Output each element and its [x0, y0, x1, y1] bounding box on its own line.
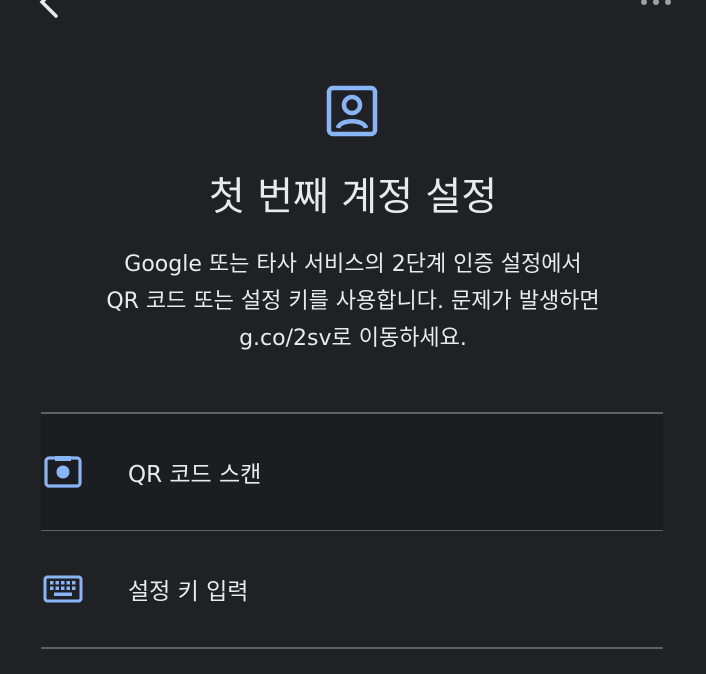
- enter-setup-key-label: 설정 키 입력: [128, 579, 249, 605]
- more-vert-icon: [641, 0, 671, 5]
- chevron-left-icon: [39, 0, 58, 18]
- description-text: Google 또는 타사 서비스의 2단계 인증 설정에서 QR 코드 또는 설…: [60, 246, 646, 357]
- more-options-button[interactable]: [636, 0, 676, 10]
- camera-icon: [43, 452, 83, 492]
- setup-options-list: QR 코드 스캔 설정 키 입력: [41, 412, 663, 649]
- account-box-icon: [326, 85, 378, 137]
- page-title: 첫 번째 계정 설정: [208, 175, 498, 220]
- description-line: g.co/2sv로 이동하세요.: [239, 326, 467, 351]
- scan-qr-code-label: QR 코드 스캔: [128, 461, 262, 488]
- top-app-bar: [0, 0, 706, 30]
- scan-qr-code-option[interactable]: QR 코드 스캔: [41, 413, 663, 530]
- keyboard-icon: [43, 569, 83, 609]
- description-line: QR 코드 또는 설정 키를 사용합니다. 문제가 발생하면: [106, 289, 600, 314]
- description-line: Google 또는 타사 서비스의 2단계 인증 설정에서: [124, 252, 582, 277]
- back-button[interactable]: [26, 0, 66, 26]
- divider: [41, 647, 663, 649]
- enter-setup-key-option[interactable]: 설정 키 입력: [41, 531, 663, 647]
